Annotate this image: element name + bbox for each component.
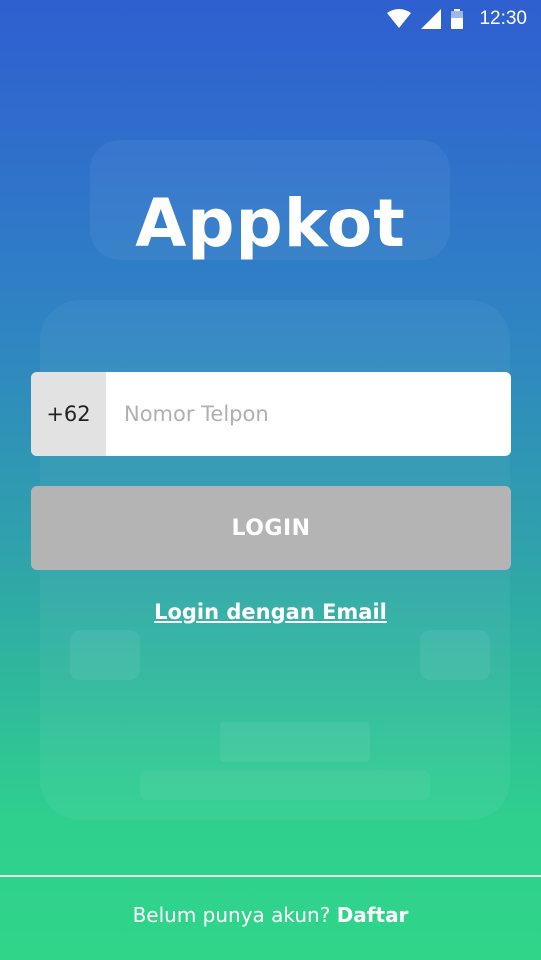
login-with-email-link[interactable]: Login dengan Email (0, 600, 541, 624)
signup-row: Belum punya akun? Daftar (0, 903, 541, 927)
phone-number-input[interactable] (106, 372, 511, 456)
wifi-icon (387, 9, 412, 29)
signup-link[interactable]: Daftar (337, 903, 409, 927)
battery-icon (451, 9, 464, 29)
app-title: Appkot (135, 185, 406, 262)
phone-input-group: +62 (31, 372, 511, 456)
divider (0, 875, 541, 877)
status-bar: 12:30 (0, 0, 541, 38)
login-button[interactable]: LOGIN (31, 486, 511, 570)
country-code[interactable]: +62 (31, 372, 106, 456)
background-photo (40, 140, 510, 820)
signup-prompt: Belum punya akun? (132, 903, 337, 927)
status-time: 12:30 (479, 8, 527, 29)
signal-icon (421, 9, 442, 29)
